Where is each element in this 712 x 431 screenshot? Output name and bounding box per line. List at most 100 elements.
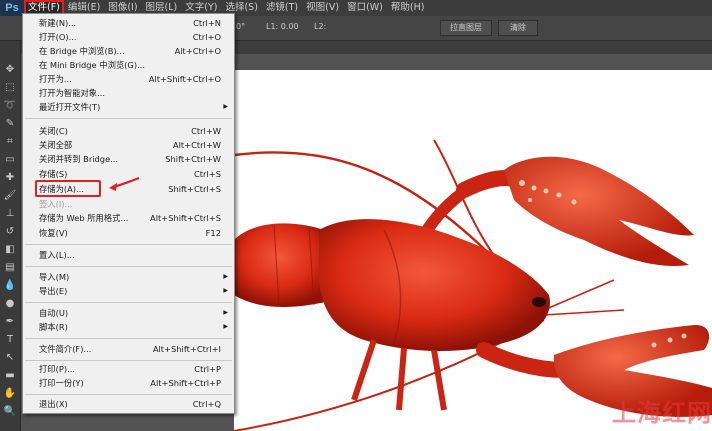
menu-item-label: 打开为智能对象... [39, 88, 105, 98]
menu-separator [25, 302, 232, 303]
menu-item-label: 文件简介(F)... [39, 344, 92, 354]
move-tool-icon[interactable]: ✥ [3, 63, 17, 77]
menu-item-label: 最近打开文件(T) [39, 102, 101, 112]
menu-item-shortcut: Ctrl+Q [192, 399, 221, 409]
submenu-arrow-icon: ▶ [223, 273, 228, 280]
menu-item-close[interactable]: 关闭(C) Ctrl+W [23, 124, 234, 138]
menu-item-shortcut: Ctrl+O [192, 32, 221, 42]
menu-separator [25, 338, 232, 339]
menu-item-place[interactable]: 置入(L)... [23, 248, 234, 262]
menu-item-label: 签入(I)... [39, 199, 73, 209]
submenu-arrow-icon: ▶ [223, 323, 228, 330]
menu-item-print-one-copy[interactable]: 打印一份(Y) Alt+Shift+Ctrl+P [23, 376, 234, 390]
quick-select-tool-icon[interactable]: ✎ [3, 117, 17, 131]
menu-item-revert[interactable]: 恢复(V) F12 [23, 226, 234, 240]
clear-button[interactable]: 清除 [498, 20, 538, 36]
menu-item-open[interactable]: 打开(O)... Ctrl+O [23, 30, 234, 44]
photoshop-logo: Ps [0, 0, 24, 16]
menu-item-shortcut: Alt+Ctrl+W [172, 140, 221, 150]
menu-item-label: 打开(O)... [39, 32, 77, 42]
angle-value: 0° [236, 22, 246, 31]
menu-item-label: 导出(E) [39, 286, 68, 296]
eraser-tool-icon[interactable]: ◧ [3, 243, 17, 257]
clone-stamp-icon[interactable]: ⊥ [3, 207, 17, 221]
crayfish-image [234, 139, 712, 431]
menu-item-scripts[interactable]: 脚本(R) ▶ [23, 320, 234, 334]
type-tool-icon[interactable]: T [3, 333, 17, 347]
l2-readout: L2: [314, 22, 327, 31]
menu-help[interactable]: 帮助(H) [387, 0, 429, 16]
pen-tool-icon[interactable]: ✒ [3, 315, 17, 329]
dodge-tool-icon[interactable]: ● [3, 297, 17, 311]
menu-item-label: 置入(L)... [39, 250, 75, 260]
menu-item-open-as[interactable]: 打开为... Alt+Shift+Ctrl+O [23, 72, 234, 86]
menu-item-shortcut: Alt+Shift+Ctrl+I [152, 344, 221, 354]
menu-view[interactable]: 视图(V) [302, 0, 343, 16]
menu-item-exit[interactable]: 退出(X) Ctrl+Q [23, 397, 234, 411]
menu-item-label: 存储(S) [39, 169, 68, 179]
menu-item-export[interactable]: 导出(E) ▶ [23, 284, 234, 298]
menu-item-file-info[interactable]: 文件简介(F)... Alt+Shift+Ctrl+I [23, 342, 234, 356]
history-brush-icon[interactable]: ↺ [3, 225, 17, 239]
menu-item-close-all[interactable]: 关闭全部 Alt+Ctrl+W [23, 138, 234, 152]
blur-tool-icon[interactable]: 💧 [3, 279, 17, 293]
menu-item-label: 新建(N)... [39, 18, 77, 28]
menu-item-label: 在 Bridge 中浏览(B)... [39, 46, 125, 56]
menu-item-open-as-smart-object[interactable]: 打开为智能对象... [23, 86, 234, 100]
tools-panel: ✥ ⬚ ➰ ✎ ⌗ ▭ ✚ 🖌 ⊥ ↺ ◧ ▤ 💧 ● ✒ T ↖ ▬ ✋ 🔍 [0, 41, 21, 431]
menu-item-label: 关闭全部 [39, 140, 73, 150]
red-arrow-icon [109, 176, 140, 191]
menu-item-shortcut: Alt+Shift+Ctrl+P [150, 378, 221, 388]
menu-separator [25, 118, 232, 119]
menu-separator [25, 244, 232, 245]
menu-item-check-in: 签入(I)... [23, 197, 234, 211]
l1-readout: L1: 0.00 [266, 22, 299, 31]
submenu-arrow-icon: ▶ [223, 309, 228, 316]
menu-item-shortcut: Ctrl+W [191, 126, 221, 136]
menu-item-automate[interactable]: 自动(U) ▶ [23, 306, 234, 320]
marquee-tool-icon[interactable]: ⬚ [3, 81, 17, 95]
straighten-layer-button[interactable]: 拉直图层 [440, 20, 492, 36]
menu-item-label: 存储为 Web 所用格式... [39, 213, 129, 223]
crop-tool-icon[interactable]: ⌗ [3, 135, 17, 149]
hand-tool-icon[interactable]: ✋ [3, 387, 17, 401]
shape-tool-icon[interactable]: ▬ [3, 369, 17, 383]
watermark-text: 上海红网 [612, 399, 712, 427]
menu-item-import[interactable]: 导入(M) ▶ [23, 270, 234, 284]
menu-item-shortcut: Ctrl+N [193, 18, 221, 28]
menu-item-close-go-bridge[interactable]: 关闭并转到 Bridge... Shift+Ctrl+W [23, 152, 234, 166]
menu-item-shortcut: Alt+Shift+Ctrl+O [148, 74, 221, 84]
menu-separator [25, 266, 232, 267]
menu-filter[interactable]: 滤镜(T) [262, 0, 302, 16]
gradient-tool-icon[interactable]: ▤ [3, 261, 17, 275]
menu-item-shortcut: Ctrl+P [194, 364, 221, 374]
menu-item-save-for-web[interactable]: 存储为 Web 所用格式... Alt+Shift+Ctrl+S [23, 211, 234, 225]
menu-item-shortcut: F12 [205, 228, 221, 238]
zoom-tool-icon[interactable]: 🔍 [3, 405, 17, 419]
healing-brush-icon[interactable]: ✚ [3, 171, 17, 185]
menu-item-label: 关闭(C) [39, 126, 68, 136]
menu-item-label: 自动(U) [39, 308, 69, 318]
menu-item-label: 打印(P)... [39, 364, 75, 374]
menu-item-recent-files[interactable]: 最近打开文件(T) ▶ [23, 100, 234, 114]
menu-item-print[interactable]: 打印(P)... Ctrl+P [23, 362, 234, 376]
menu-item-label: 脚本(R) [39, 322, 68, 332]
menu-item-new[interactable]: 新建(N)... Ctrl+N [23, 16, 234, 30]
save-as-highlight-box [35, 180, 101, 197]
document-canvas[interactable] [234, 70, 712, 431]
menu-item-shortcut: Alt+Shift+Ctrl+S [150, 213, 221, 223]
menu-item-label: 退出(X) [39, 399, 68, 409]
menu-item-label: 打印一份(Y) [39, 378, 84, 388]
menu-item-label: 导入(M) [39, 272, 70, 282]
file-menu-dropdown: 新建(N)... Ctrl+N 打开(O)... Ctrl+O 在 Bridge… [22, 13, 235, 414]
menu-separator [25, 360, 232, 361]
brush-tool-icon[interactable]: 🖌 [3, 189, 17, 203]
submenu-arrow-icon: ▶ [223, 287, 228, 294]
ruler-tool-icon[interactable]: ▭ [3, 153, 17, 167]
menu-item-browse-bridge[interactable]: 在 Bridge 中浏览(B)... Alt+Ctrl+O [23, 44, 234, 58]
path-select-tool-icon[interactable]: ↖ [3, 351, 17, 365]
menu-item-shortcut: Shift+Ctrl+S [168, 184, 221, 194]
menu-item-browse-mini-bridge[interactable]: 在 Mini Bridge 中浏览(G)... [23, 58, 234, 72]
menu-window[interactable]: 窗口(W) [343, 0, 387, 16]
lasso-tool-icon[interactable]: ➰ [3, 99, 17, 113]
